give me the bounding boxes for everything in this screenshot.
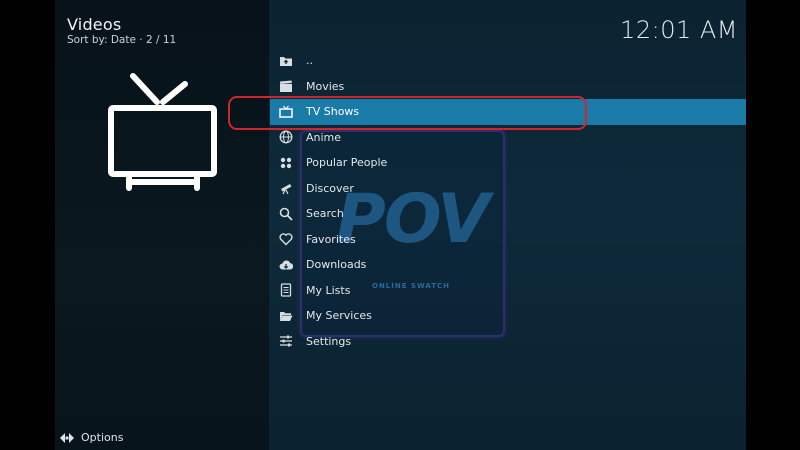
menu-item-label: Downloads xyxy=(306,258,367,272)
menu-item-downloads[interactable]: Downloads xyxy=(270,252,746,278)
folder-open-icon xyxy=(279,309,293,323)
sliders-icon xyxy=(279,334,293,348)
heart-icon xyxy=(279,232,293,246)
page-title: Videos xyxy=(67,15,122,34)
menu-item-label: Settings xyxy=(306,334,352,348)
clock: 12:01 AM xyxy=(620,16,738,44)
globe-icon xyxy=(279,130,293,144)
main-menu: .. Movies TV Shows Anime Popular People … xyxy=(270,48,746,354)
menu-item-label: Favorites xyxy=(306,232,356,246)
menu-item-label: Movies xyxy=(306,79,345,93)
list-icon xyxy=(279,283,293,297)
tv-icon xyxy=(108,73,217,191)
telescope-icon xyxy=(279,181,293,195)
menu-item-discover[interactable]: Discover xyxy=(270,176,746,202)
separator-dot: · xyxy=(139,34,146,46)
options-button[interactable]: Options xyxy=(60,431,123,444)
menu-item-my-services[interactable]: My Services xyxy=(270,303,746,329)
menu-item-label: Anime xyxy=(306,130,342,144)
menu-item-my-lists[interactable]: My Lists xyxy=(270,278,746,304)
info-panel xyxy=(55,0,269,450)
folder-up-icon xyxy=(279,54,293,68)
item-position: 2 / 11 xyxy=(145,34,177,46)
menu-item-label: My Services xyxy=(306,309,372,323)
menu-item-search[interactable]: Search xyxy=(270,201,746,227)
menu-item-popular-people[interactable]: Popular People xyxy=(270,150,746,176)
menu-item-settings[interactable]: Settings xyxy=(270,329,746,355)
menu-item-parent[interactable]: .. xyxy=(270,48,746,74)
options-arrows-icon xyxy=(60,432,74,443)
menu-item-label: Discover xyxy=(306,181,354,195)
search-icon xyxy=(279,207,293,221)
menu-item-label: My Lists xyxy=(306,283,351,297)
clapperboard-icon xyxy=(279,79,293,93)
highlight-annotation xyxy=(228,96,587,130)
sort-info: Sort by: Date · 2 / 11 xyxy=(67,34,176,46)
menu-item-label: Popular People xyxy=(306,156,388,170)
menu-item-favorites[interactable]: Favorites xyxy=(270,227,746,253)
menu-item-label: .. xyxy=(306,54,313,68)
cloud-download-icon xyxy=(279,258,293,272)
menu-item-label: Search xyxy=(306,207,344,221)
options-label: Options xyxy=(81,431,124,444)
sort-label: Sort by: Date xyxy=(67,34,136,46)
people-icon xyxy=(279,156,293,170)
